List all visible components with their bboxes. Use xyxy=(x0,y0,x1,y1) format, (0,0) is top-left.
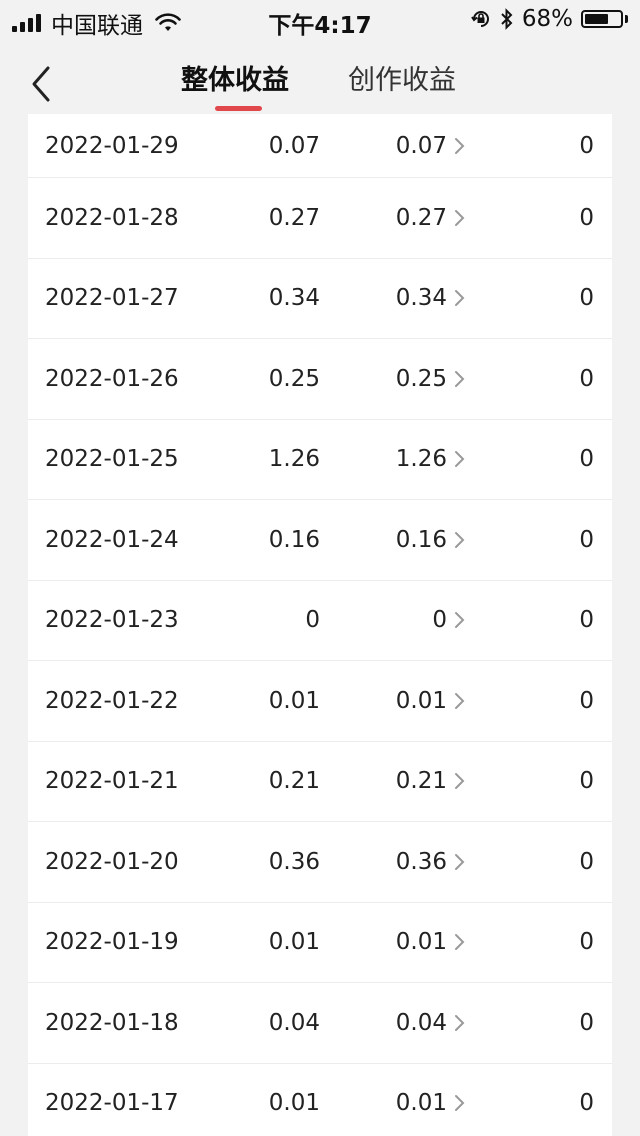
row-date: 2022-01-21 xyxy=(45,768,179,795)
chevron-right-icon[interactable] xyxy=(454,1093,466,1113)
chevron-right-icon[interactable] xyxy=(454,771,466,791)
tab-creation-earnings[interactable]: 创作收益 xyxy=(348,58,456,97)
list-item[interactable]: 2022-01-22 0.01 0.01 0 xyxy=(28,661,612,742)
row-creation-earnings[interactable]: 0.27 xyxy=(396,205,447,231)
row-other-earnings: 0 xyxy=(579,1090,594,1117)
row-other-earnings: 0 xyxy=(579,848,594,875)
list-item[interactable]: 2022-01-26 0.25 0.25 0 xyxy=(28,339,612,420)
row-date: 2022-01-25 xyxy=(45,446,179,473)
row-date: 2022-01-23 xyxy=(45,607,179,634)
chevron-right-icon[interactable] xyxy=(454,530,466,550)
row-creation-earnings[interactable]: 0.01 xyxy=(396,688,447,714)
row-total-earnings: 0.07 xyxy=(268,132,320,159)
row-date: 2022-01-20 xyxy=(45,848,179,875)
row-total-earnings: 0.21 xyxy=(268,768,320,795)
status-bar: 中国联通 下午4:17 68% xyxy=(0,0,640,40)
list-item[interactable]: 2022-01-27 0.34 0.34 0 xyxy=(28,259,612,339)
row-date: 2022-01-28 xyxy=(45,204,179,231)
row-other-earnings: 0 xyxy=(579,1009,594,1036)
battery-percent: 68% xyxy=(521,6,573,32)
list-item[interactable]: 2022-01-20 0.36 0.36 0 xyxy=(28,822,612,903)
row-total-earnings: 0.36 xyxy=(268,848,320,875)
row-other-earnings: 0 xyxy=(579,526,594,553)
row-date: 2022-01-22 xyxy=(45,687,179,714)
row-other-earnings: 0 xyxy=(579,365,594,392)
row-creation-earnings[interactable]: 0.01 xyxy=(396,929,447,955)
row-date: 2022-01-24 xyxy=(45,526,179,553)
row-creation-earnings[interactable]: 0.01 xyxy=(396,1090,447,1116)
row-creation-earnings[interactable]: 0.04 xyxy=(396,1010,447,1036)
row-total-earnings: 0.27 xyxy=(268,204,320,231)
row-creation-earnings[interactable]: 0.34 xyxy=(396,285,447,311)
battery-icon xyxy=(581,10,628,28)
chevron-right-icon[interactable] xyxy=(454,288,466,308)
row-total-earnings: 0 xyxy=(305,607,320,634)
active-tab-indicator xyxy=(215,106,262,111)
row-total-earnings: 0.01 xyxy=(268,929,320,956)
list-item[interactable]: 2022-01-23 0 0 0 xyxy=(28,581,612,661)
chevron-right-icon[interactable] xyxy=(454,369,466,389)
row-total-earnings: 0.04 xyxy=(268,1009,320,1036)
row-other-earnings: 0 xyxy=(579,446,594,473)
chevron-right-icon[interactable] xyxy=(454,852,466,872)
list-item[interactable]: 2022-01-25 1.26 1.26 0 xyxy=(28,420,612,500)
row-other-earnings: 0 xyxy=(579,687,594,714)
tab-bar: 整体收益 创作收益 xyxy=(0,40,640,114)
row-other-earnings: 0 xyxy=(579,204,594,231)
list-item[interactable]: 2022-01-28 0.27 0.27 0 xyxy=(28,178,612,259)
row-date: 2022-01-18 xyxy=(45,1009,179,1036)
row-total-earnings: 0.01 xyxy=(268,1090,320,1117)
status-right: 68% xyxy=(470,6,628,32)
chevron-right-icon[interactable] xyxy=(454,449,466,469)
bluetooth-icon xyxy=(501,8,513,30)
list-item[interactable]: 2022-01-29 0.07 0.07 0 xyxy=(28,114,612,178)
chevron-right-icon[interactable] xyxy=(454,691,466,711)
row-date: 2022-01-26 xyxy=(45,365,179,392)
chevron-right-icon[interactable] xyxy=(454,610,466,630)
row-other-earnings: 0 xyxy=(579,607,594,634)
chevron-right-icon[interactable] xyxy=(454,932,466,952)
row-creation-earnings[interactable]: 0.07 xyxy=(396,133,447,159)
nav-bar: 整体收益 创作收益 xyxy=(0,40,640,114)
orientation-lock-icon xyxy=(471,11,489,27)
tab-overall-earnings[interactable]: 整体收益 xyxy=(181,58,289,97)
row-date: 2022-01-29 xyxy=(45,132,179,159)
row-total-earnings: 0.34 xyxy=(268,285,320,312)
row-other-earnings: 0 xyxy=(579,768,594,795)
row-total-earnings: 1.26 xyxy=(268,446,320,473)
row-date: 2022-01-19 xyxy=(45,929,179,956)
row-other-earnings: 0 xyxy=(579,285,594,312)
list-item[interactable]: 2022-01-21 0.21 0.21 0 xyxy=(28,742,612,822)
row-other-earnings: 0 xyxy=(579,929,594,956)
row-other-earnings: 0 xyxy=(579,132,594,159)
row-creation-earnings[interactable]: 0.16 xyxy=(396,527,447,553)
list-item[interactable]: 2022-01-24 0.16 0.16 0 xyxy=(28,500,612,581)
row-date: 2022-01-27 xyxy=(45,285,179,312)
chevron-right-icon[interactable] xyxy=(454,136,466,156)
row-creation-earnings[interactable]: 1.26 xyxy=(396,446,447,472)
row-total-earnings: 0.25 xyxy=(268,365,320,392)
battery-level xyxy=(585,14,609,24)
chevron-right-icon[interactable] xyxy=(454,208,466,228)
row-total-earnings: 0.01 xyxy=(268,687,320,714)
row-creation-earnings[interactable]: 0.25 xyxy=(396,366,447,392)
list-item[interactable]: 2022-01-19 0.01 0.01 0 xyxy=(28,903,612,983)
earnings-list[interactable]: 2022-01-29 0.07 0.07 0 2022-01-28 0.27 0.27 0 20… xyxy=(28,114,612,1136)
list-item[interactable]: 2022-01-17 0.01 0.01 0 xyxy=(28,1064,612,1136)
row-creation-earnings[interactable]: 0.21 xyxy=(396,768,447,794)
list-item[interactable]: 2022-01-18 0.04 0.04 0 xyxy=(28,983,612,1064)
row-date: 2022-01-17 xyxy=(45,1090,179,1117)
row-creation-earnings[interactable]: 0 xyxy=(432,607,447,633)
row-creation-earnings[interactable]: 0.36 xyxy=(396,849,447,875)
row-total-earnings: 0.16 xyxy=(268,526,320,553)
chevron-right-icon[interactable] xyxy=(454,1013,466,1033)
